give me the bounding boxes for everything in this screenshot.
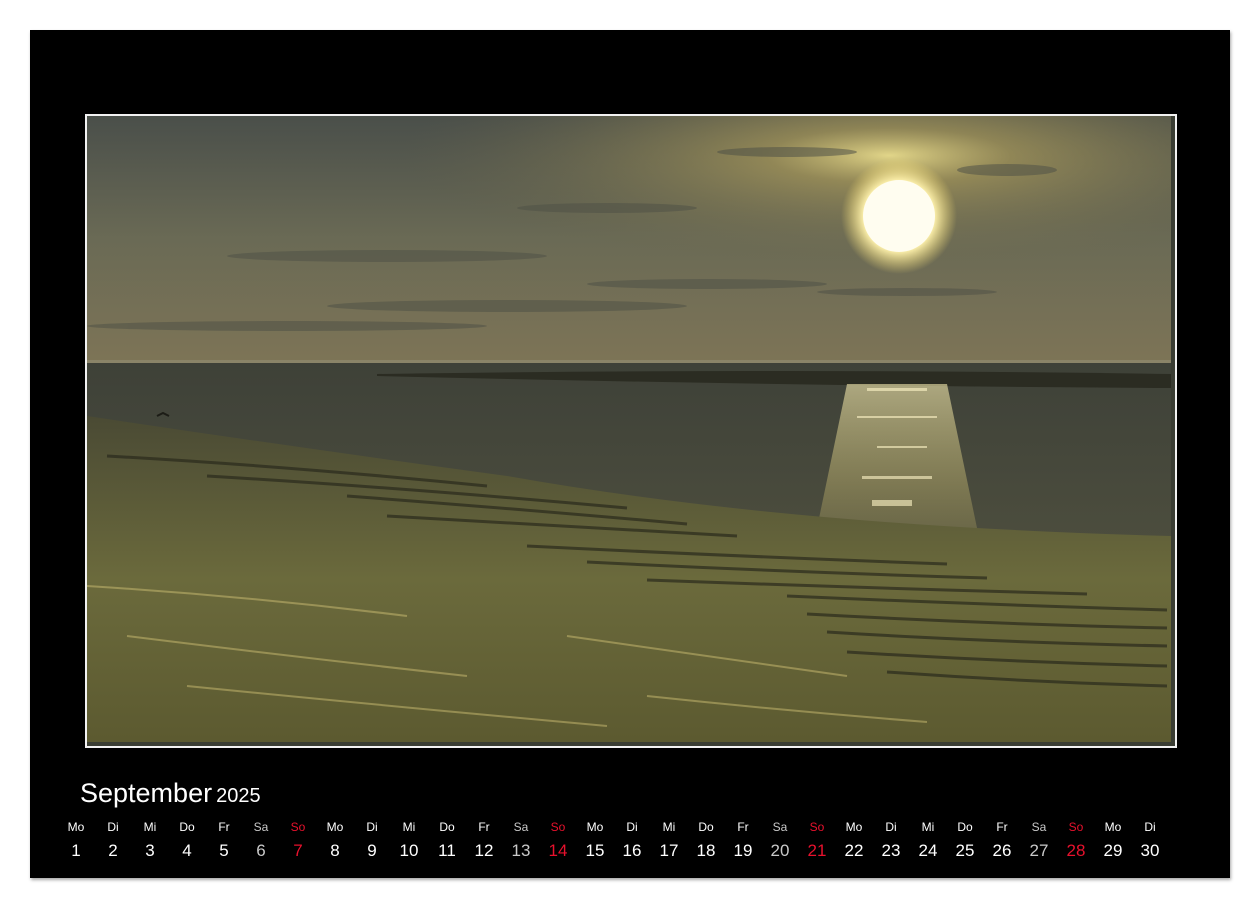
weekday-label: Fr: [218, 820, 230, 834]
month-title: September 2025: [80, 778, 261, 809]
weekday-label: Sa: [513, 820, 529, 834]
weekday-label: Di: [1144, 820, 1156, 834]
weekday-label: Do: [957, 820, 973, 834]
weekday-label: Mi: [143, 820, 157, 834]
date-number: 21: [807, 841, 827, 860]
date-number: 12: [474, 841, 494, 860]
date-number: 5: [219, 841, 229, 860]
date-number: 27: [1029, 841, 1049, 860]
weekday-label: Mo: [1104, 820, 1122, 834]
month-year: 2025: [216, 785, 261, 807]
date-number: 28: [1066, 841, 1086, 860]
date-number: 22: [844, 841, 864, 860]
weekday-label: Do: [698, 820, 714, 834]
date-number: 23: [881, 841, 901, 860]
weekday-label: Fr: [737, 820, 749, 834]
weekday-label: Mo: [326, 820, 344, 834]
weekday-label: Di: [626, 820, 638, 834]
date-number: 19: [733, 841, 753, 860]
weekday-label: Di: [107, 820, 119, 834]
weekday-label: So: [1068, 820, 1084, 834]
date-number: 30: [1140, 841, 1160, 860]
weekday-label: Di: [885, 820, 897, 834]
date-number: 29: [1103, 841, 1123, 860]
weekday-label: Mi: [662, 820, 676, 834]
date-number: 3: [145, 841, 155, 860]
weekday-label: Mo: [67, 820, 85, 834]
date-row: 1 2 3 4 5 6 7 8 9 10 11 12 13 14 15 16 17 18 19 20 21 22 23 24 2…: [30, 840, 1230, 862]
date-number: 1: [71, 841, 81, 860]
date-number: 7: [293, 841, 303, 860]
date-number: 16: [622, 841, 642, 860]
date-number: 9: [367, 841, 377, 860]
weekday-label: Do: [439, 820, 455, 834]
weekday-label: So: [550, 820, 566, 834]
weekday-label: Mo: [845, 820, 863, 834]
date-number: 24: [918, 841, 938, 860]
weekday-label: Fr: [996, 820, 1008, 834]
weekday-label: Mi: [402, 820, 416, 834]
date-number: 26: [992, 841, 1012, 860]
weekday-label: Di: [366, 820, 378, 834]
weekday-label: Sa: [253, 820, 269, 834]
date-number: 17: [659, 841, 679, 860]
date-number: 2: [108, 841, 118, 860]
date-number: 6: [256, 841, 266, 860]
date-number: 18: [696, 841, 716, 860]
weekday-label: Fr: [478, 820, 490, 834]
calendar-photo: [85, 114, 1177, 748]
date-number: 10: [399, 841, 419, 860]
weekday-label: Mi: [921, 820, 935, 834]
date-number: 8: [330, 841, 340, 860]
weekday-label: Do: [179, 820, 195, 834]
date-number: 25: [955, 841, 975, 860]
date-number: 11: [438, 841, 456, 860]
date-number: 20: [770, 841, 790, 860]
date-number: 15: [585, 841, 605, 860]
weekday-row: Mo Di Mi Do Fr Sa So Mo Di Mi Do Fr Sa So Mo Di Mi Do Fr Sa…: [30, 819, 1230, 835]
beach-sunset-image: [87, 116, 1171, 742]
weekday-label: Sa: [772, 820, 788, 834]
calendar-page: September 2025 Mo Di Mi Do Fr Sa So Mo Di Mi Do Fr Sa…: [30, 30, 1230, 878]
weekday-label: Mo: [586, 820, 604, 834]
weekday-label: So: [290, 820, 306, 834]
date-number: 13: [511, 841, 531, 860]
date-number: 14: [548, 841, 568, 860]
month-name: September: [80, 778, 213, 808]
weekday-label: Sa: [1031, 820, 1047, 834]
weekday-label: So: [809, 820, 825, 834]
date-number: 4: [182, 841, 192, 860]
